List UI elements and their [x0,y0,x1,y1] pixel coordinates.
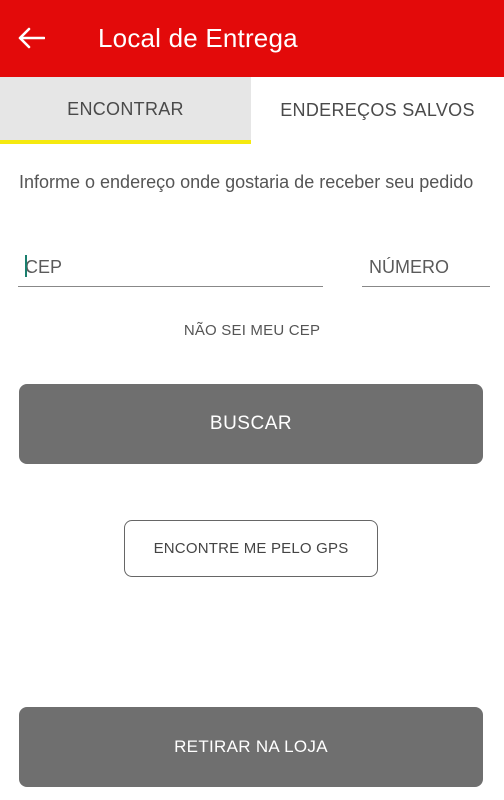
number-input[interactable] [362,247,490,285]
text-cursor [25,255,27,277]
tab-enderecos-salvos[interactable]: ENDEREÇOS SALVOS [251,77,504,144]
instructions-text: Informe o endereço onde gostaria de rece… [19,172,474,192]
back-button[interactable] [14,20,48,56]
page-title: Local de Entrega [98,23,298,53]
gps-button[interactable]: ENCONTRE ME PELO GPS [124,520,378,577]
tab-encontrar[interactable]: ENCONTRAR [0,77,251,144]
app-bar: Local de Entrega [0,0,504,77]
search-button[interactable]: BUSCAR [19,384,483,464]
arrow-left-icon [18,27,45,49]
unknown-cep-link[interactable]: NÃO SEI MEU CEP [0,322,504,339]
cep-input[interactable] [18,247,323,285]
tab-bar: ENCONTRAR ENDEREÇOS SALVOS [0,77,504,144]
pickup-in-store-button[interactable]: RETIRAR NA LOJA [19,707,483,787]
cep-field [18,247,323,287]
number-field [362,247,490,287]
